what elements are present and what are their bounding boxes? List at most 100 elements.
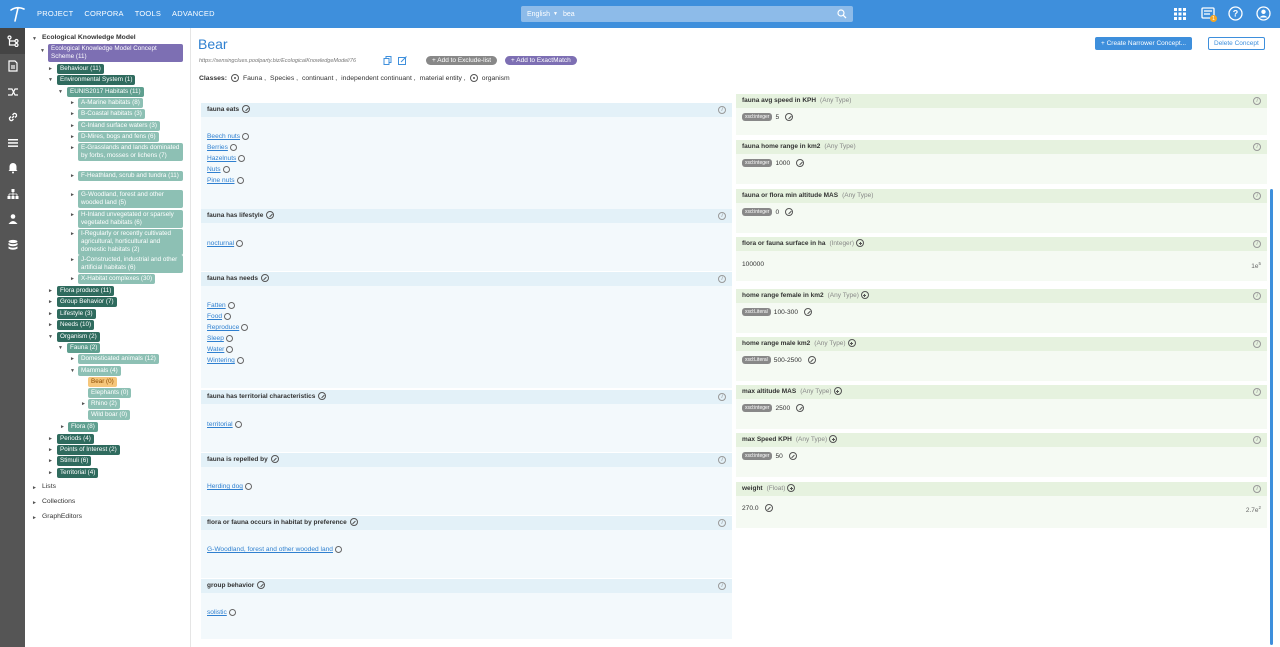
- info-icon[interactable]: i: [1253, 485, 1261, 493]
- tree-node-i-cultivated[interactable]: I-Regularly or recently cultivated agric…: [78, 229, 183, 255]
- info-icon[interactable]: i: [718, 106, 726, 114]
- rail-hierarchy-icon[interactable]: [0, 28, 25, 54]
- expand-arrow-icon[interactable]: ►: [48, 299, 53, 305]
- class-fauna[interactable]: Fauna ,: [243, 75, 266, 82]
- tree-node-environmental-system[interactable]: Environmental System (1): [57, 75, 136, 85]
- tree-node-bear[interactable]: Bear (0): [88, 377, 117, 387]
- expand-arrow-icon[interactable]: ►: [32, 500, 37, 506]
- edit-pencil-icon[interactable]: [318, 392, 327, 401]
- relation-value[interactable]: territorial: [207, 419, 242, 430]
- tree-section-collections[interactable]: Collections: [42, 498, 75, 505]
- expand-arrow-icon[interactable]: ►: [48, 470, 53, 476]
- tree-scheme[interactable]: Ecological Knowledge Model Concept Schem…: [48, 44, 183, 62]
- add-value-icon[interactable]: [847, 339, 856, 348]
- edit-pencil-icon[interactable]: [807, 356, 816, 364]
- tree-node-wild-boar[interactable]: Wild boar (0): [88, 410, 131, 420]
- expand-arrow-icon[interactable]: ►: [70, 111, 75, 117]
- tree-node-territorial[interactable]: Territorial (4): [57, 468, 99, 478]
- tree-node-lifestyle[interactable]: Lifestyle (3): [57, 309, 96, 319]
- info-icon[interactable]: i: [1253, 192, 1261, 200]
- edit-pencil-icon[interactable]: [785, 208, 794, 216]
- info-icon[interactable]: i: [1253, 292, 1261, 300]
- info-icon[interactable]: i: [1253, 240, 1261, 248]
- relation-value[interactable]: Water: [207, 344, 234, 355]
- expand-arrow-icon[interactable]: ▼: [48, 77, 53, 83]
- expand-arrow-icon[interactable]: ►: [48, 436, 53, 442]
- tree-node-mammals[interactable]: Mammals (4): [78, 366, 121, 376]
- relation-value[interactable]: nocturnal: [207, 238, 244, 249]
- expand-arrow-icon[interactable]: ►: [48, 322, 53, 328]
- expand-arrow-icon[interactable]: ►: [48, 311, 53, 317]
- tree-node-rhino[interactable]: Rhino (2): [88, 399, 120, 409]
- expand-arrow-icon[interactable]: ►: [60, 424, 65, 430]
- expand-arrow-icon[interactable]: ►: [48, 66, 53, 72]
- tree-node-points-of-interest[interactable]: Points of Interest (2): [57, 445, 120, 455]
- copy-icon[interactable]: [383, 56, 392, 65]
- tree-node-needs[interactable]: Needs (10): [57, 320, 95, 330]
- expand-arrow-icon[interactable]: ►: [70, 212, 75, 218]
- edit-pencil-icon[interactable]: [260, 274, 269, 283]
- relation-value[interactable]: Herding dog: [207, 481, 252, 492]
- relation-value[interactable]: Sleep: [207, 333, 233, 344]
- class-organism[interactable]: organism: [482, 75, 510, 82]
- info-icon[interactable]: i: [1253, 436, 1261, 444]
- tree-node-g-woodland[interactable]: G-Woodland, forest and other wooded land…: [78, 190, 183, 208]
- rail-bell-icon[interactable]: [0, 156, 25, 182]
- expand-arrow-icon[interactable]: ▼: [40, 48, 45, 54]
- add-value-icon[interactable]: [856, 239, 865, 248]
- expand-arrow-icon[interactable]: ►: [32, 485, 37, 491]
- edit-pencil-icon[interactable]: [242, 105, 251, 114]
- relation-value[interactable]: solistic: [207, 607, 236, 618]
- apps-grid-icon[interactable]: [1171, 5, 1188, 22]
- tree-node-periods[interactable]: Periods (4): [57, 434, 94, 444]
- info-icon[interactable]: i: [718, 275, 726, 283]
- app-logo-icon[interactable]: [6, 3, 28, 25]
- tree-node-organism[interactable]: Organism (2): [57, 332, 100, 342]
- tree-node-a-marine[interactable]: A-Marine habitats (8): [78, 98, 143, 108]
- tree-section-grapheditors[interactable]: GraphEditors: [42, 513, 82, 520]
- tree-node-group-behavior[interactable]: Group Behavior (7): [57, 297, 117, 307]
- info-icon[interactable]: i: [718, 582, 726, 590]
- tree-node-d-mires[interactable]: D-Mires, bogs and fens (6): [78, 132, 159, 142]
- expand-arrow-icon[interactable]: ►: [70, 173, 75, 179]
- expand-arrow-icon[interactable]: ▼: [32, 36, 37, 42]
- expand-arrow-icon[interactable]: ►: [32, 515, 37, 521]
- relation-value[interactable]: G-Woodland, forest and other wooded land: [207, 544, 342, 555]
- add-value-icon[interactable]: [860, 291, 869, 300]
- expand-arrow-icon[interactable]: ►: [70, 231, 75, 237]
- relation-value[interactable]: Wintering: [207, 355, 244, 366]
- add-to-exclude-button[interactable]: + Add to Exclude-list: [426, 56, 498, 65]
- relation-value[interactable]: Reproduce: [207, 322, 249, 333]
- edit-pencil-icon[interactable]: [804, 308, 812, 316]
- info-icon[interactable]: i: [1253, 388, 1261, 396]
- search-input[interactable]: bea: [561, 11, 853, 18]
- nav-corpora[interactable]: CORPORA: [84, 9, 123, 18]
- edit-pencil-icon[interactable]: [785, 113, 794, 121]
- info-icon[interactable]: i: [718, 393, 726, 401]
- expand-arrow-icon[interactable]: ►: [70, 123, 75, 129]
- rail-database-icon[interactable]: [0, 232, 25, 258]
- rail-list-icon[interactable]: [0, 130, 25, 156]
- edit-pencil-icon[interactable]: [270, 455, 279, 464]
- class-continuant[interactable]: continuant ,: [302, 75, 337, 82]
- tree-section-lists[interactable]: Lists: [42, 483, 56, 490]
- nav-tools[interactable]: TOOLS: [135, 9, 161, 18]
- info-icon[interactable]: i: [1253, 340, 1261, 348]
- expand-arrow-icon[interactable]: ►: [70, 257, 75, 263]
- add-value-icon[interactable]: [829, 435, 838, 444]
- expand-arrow-icon[interactable]: ►: [70, 100, 75, 106]
- relation-value[interactable]: Pine nuts: [207, 175, 244, 186]
- tree-node-j-constructed[interactable]: J-Constructed, industrial and other arti…: [78, 255, 183, 273]
- rail-document-icon[interactable]: [0, 54, 25, 80]
- tree-node-flora[interactable]: Flora (8): [68, 422, 98, 432]
- tree-node-domesticated[interactable]: Domesticated animals (12): [78, 354, 159, 364]
- expand-arrow-icon[interactable]: ▼: [58, 89, 63, 95]
- tree-node-h-inland[interactable]: H-Inland unvegetated or sparsely vegetat…: [78, 210, 183, 228]
- nav-advanced[interactable]: ADVANCED: [172, 9, 215, 18]
- class-independent-continuant[interactable]: independent continuant ,: [341, 75, 415, 82]
- tree-node-e-grasslands[interactable]: E-Grasslands and lands dominated by forb…: [78, 143, 183, 161]
- tree-node-stimuli[interactable]: Stimuli (6): [57, 456, 92, 466]
- tree-node-c-inland[interactable]: C-Inland surface waters (3): [78, 121, 160, 131]
- tree-node-x-habitat[interactable]: X-Habitat complexes (30): [78, 274, 156, 284]
- info-icon[interactable]: i: [1253, 97, 1261, 105]
